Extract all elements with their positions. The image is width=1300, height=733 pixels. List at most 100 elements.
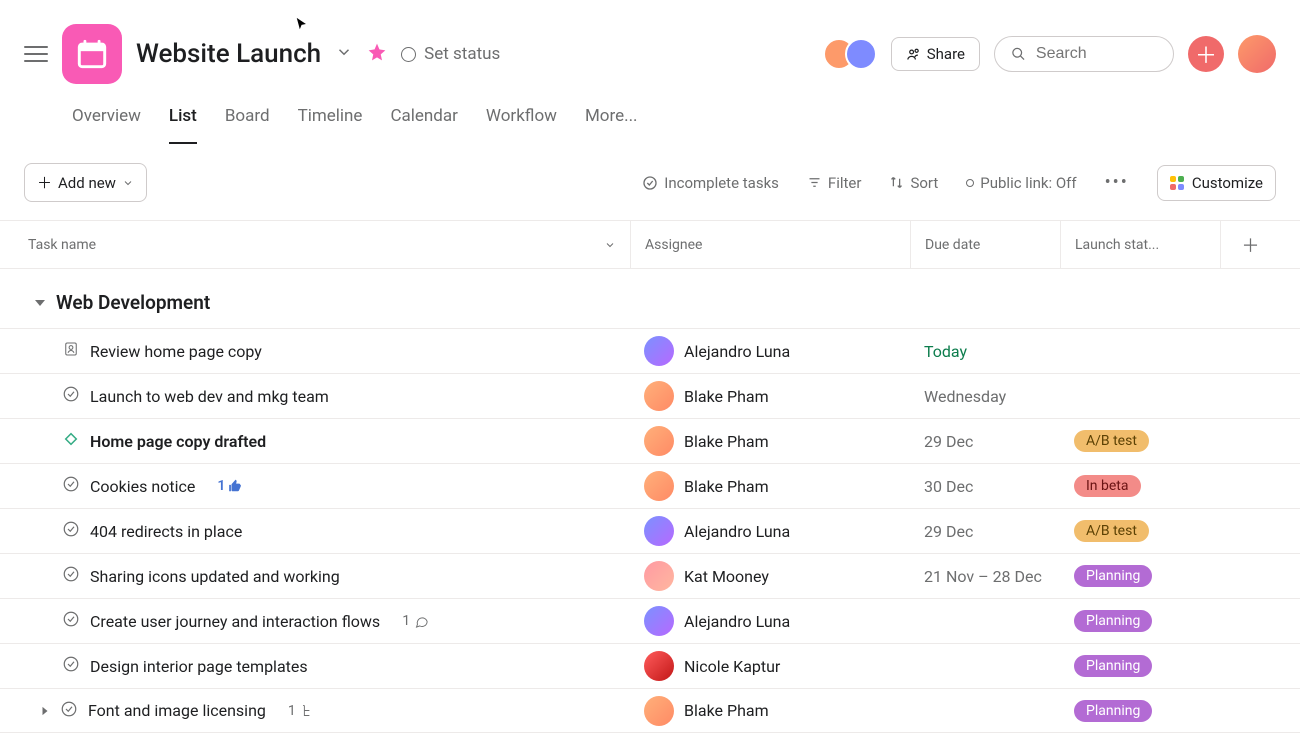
task-check-icon[interactable] bbox=[62, 565, 80, 587]
assignee-cell[interactable]: Blake Pham bbox=[630, 426, 910, 456]
sort-button[interactable]: Sort bbox=[889, 174, 938, 192]
assignee-cell[interactable]: Nicole Kaptur bbox=[630, 651, 910, 681]
status-cell[interactable]: A/B test bbox=[1060, 520, 1220, 542]
assignee-name: Blake Pham bbox=[684, 432, 769, 451]
tab-overview[interactable]: Overview bbox=[72, 106, 141, 144]
collapse-section-icon[interactable] bbox=[34, 291, 46, 314]
task-name-cell[interactable]: 404 redirects in place bbox=[0, 520, 630, 542]
table-row[interactable]: Font and image licensing 1 Blake Pham Plann… bbox=[0, 688, 1300, 733]
task-name-cell[interactable]: Sharing icons updated and working bbox=[0, 565, 630, 587]
hamburger-menu[interactable] bbox=[24, 42, 48, 66]
page-title: Website Launch bbox=[136, 39, 321, 69]
assignee-name: Blake Pham bbox=[684, 477, 769, 496]
customize-button[interactable]: Customize bbox=[1157, 165, 1276, 201]
task-name-cell[interactable]: Launch to web dev and mkg team bbox=[0, 385, 630, 407]
status-cell[interactable]: Planning bbox=[1060, 565, 1220, 587]
assignee-cell[interactable]: Kat Mooney bbox=[630, 561, 910, 591]
status-cell[interactable]: In beta bbox=[1060, 475, 1220, 497]
milestone-icon[interactable] bbox=[62, 430, 80, 452]
assignee-cell[interactable]: Alejandro Luna bbox=[630, 606, 910, 636]
column-task-name[interactable]: Task name bbox=[0, 237, 630, 253]
column-assignee[interactable]: Assignee bbox=[630, 221, 910, 268]
table-row[interactable]: Review home page copy Alejandro Luna Today bbox=[0, 328, 1300, 373]
status-cell[interactable]: A/B test bbox=[1060, 430, 1220, 452]
task-name-cell[interactable]: Design interior page templates bbox=[0, 655, 630, 677]
task-name: Cookies notice bbox=[90, 477, 195, 496]
title-dropdown-icon[interactable] bbox=[335, 43, 353, 65]
assignee-name: Blake Pham bbox=[684, 701, 769, 720]
tab-timeline[interactable]: Timeline bbox=[298, 106, 363, 144]
member-avatars[interactable] bbox=[823, 38, 877, 70]
assignee-cell[interactable]: Alejandro Luna bbox=[630, 516, 910, 546]
completion-filter[interactable]: Incomplete tasks bbox=[642, 174, 779, 192]
global-add-button[interactable]: ＋ bbox=[1188, 36, 1224, 72]
subtask-count[interactable]: 1 bbox=[288, 703, 315, 719]
status-badge: In beta bbox=[1074, 475, 1141, 497]
table-row[interactable]: Launch to web dev and mkg teamBlake Pham… bbox=[0, 373, 1300, 418]
due-date-cell[interactable]: 21 Nov – 28 Dec bbox=[910, 567, 1060, 586]
share-button[interactable]: Share bbox=[891, 37, 980, 71]
table-row[interactable]: Cookies notice 1 Blake Pham 30 Dec In beta bbox=[0, 463, 1300, 508]
comment-count[interactable]: 1 bbox=[402, 613, 429, 629]
task-check-icon[interactable] bbox=[62, 475, 80, 497]
due-date: 30 Dec bbox=[924, 477, 973, 496]
public-link-toggle[interactable]: Public link: Off bbox=[966, 174, 1076, 192]
task-name-cell[interactable]: Create user journey and interaction flow… bbox=[0, 610, 630, 632]
status-cell[interactable]: Planning bbox=[1060, 610, 1220, 632]
assignee-cell[interactable]: Blake Pham bbox=[630, 381, 910, 411]
assignee-cell[interactable]: Blake Pham bbox=[630, 471, 910, 501]
search-box[interactable] bbox=[994, 36, 1174, 72]
like-count[interactable]: 1 bbox=[217, 478, 242, 494]
column-launch-status[interactable]: Launch stat... bbox=[1060, 221, 1220, 268]
status-cell[interactable]: Planning bbox=[1060, 700, 1220, 722]
expand-arrow-icon[interactable] bbox=[40, 701, 50, 720]
filter-button[interactable]: Filter bbox=[807, 174, 862, 192]
tab-board[interactable]: Board bbox=[225, 106, 270, 144]
due-date: Today bbox=[924, 342, 967, 361]
task-check-icon[interactable] bbox=[62, 520, 80, 542]
task-check-icon[interactable] bbox=[62, 385, 80, 407]
tab-list[interactable]: List bbox=[169, 106, 197, 144]
tab-workflow[interactable]: Workflow bbox=[486, 106, 557, 144]
table-row[interactable]: Create user journey and interaction flow… bbox=[0, 598, 1300, 643]
task-name-cell[interactable]: Review home page copy bbox=[0, 340, 630, 362]
task-name: Home page copy drafted bbox=[90, 432, 266, 451]
add-column-button[interactable]: ＋ bbox=[1220, 221, 1280, 268]
approval-icon[interactable] bbox=[62, 340, 80, 362]
due-date-cell[interactable]: 29 Dec bbox=[910, 432, 1060, 451]
assignee-cell[interactable]: Alejandro Luna bbox=[630, 336, 910, 366]
table-row[interactable]: Sharing icons updated and workingKat Moo… bbox=[0, 553, 1300, 598]
task-check-icon[interactable] bbox=[60, 700, 78, 722]
table-row[interactable]: Home page copy drafted Blake Pham 29 DecA/… bbox=[0, 418, 1300, 463]
more-options-button[interactable]: ••• bbox=[1105, 172, 1129, 193]
share-label: Share bbox=[927, 45, 965, 63]
due-date-cell[interactable]: 29 Dec bbox=[910, 522, 1060, 541]
due-date-cell[interactable]: 30 Dec bbox=[910, 477, 1060, 496]
assignee-avatar bbox=[644, 516, 674, 546]
favorite-star-icon[interactable] bbox=[367, 42, 387, 66]
status-cell[interactable]: Planning bbox=[1060, 655, 1220, 677]
assignee-cell[interactable]: Blake Pham bbox=[630, 696, 910, 726]
table-row[interactable]: Design interior page templatesNicole Kap… bbox=[0, 643, 1300, 688]
task-check-icon[interactable] bbox=[62, 610, 80, 632]
task-name-cell[interactable]: Cookies notice 1 bbox=[0, 475, 630, 497]
sort-icon bbox=[889, 175, 904, 190]
profile-avatar[interactable] bbox=[1238, 35, 1276, 73]
task-name: Font and image licensing bbox=[88, 701, 266, 720]
due-date-cell[interactable]: Wednesday bbox=[910, 387, 1060, 406]
search-input[interactable] bbox=[1036, 45, 1157, 63]
task-check-icon[interactable] bbox=[62, 655, 80, 677]
status-badge: A/B test bbox=[1074, 520, 1149, 542]
task-name-cell[interactable]: Font and image licensing 1 bbox=[0, 700, 630, 722]
set-status-button[interactable]: Set status bbox=[401, 44, 500, 64]
due-date-cell[interactable]: Today bbox=[910, 342, 1060, 361]
tab-more[interactable]: More... bbox=[585, 106, 638, 144]
task-name-cell[interactable]: Home page copy drafted bbox=[0, 430, 630, 452]
tab-calendar[interactable]: Calendar bbox=[390, 106, 457, 144]
assignee-name: Alejandro Luna bbox=[684, 342, 790, 361]
table-row[interactable]: 404 redirects in placeAlejandro Luna29 D… bbox=[0, 508, 1300, 553]
add-new-button[interactable]: ＋ Add new bbox=[24, 163, 147, 202]
column-due-date[interactable]: Due date bbox=[910, 221, 1060, 268]
section-header[interactable]: Web Development bbox=[0, 269, 1300, 328]
status-badge: Planning bbox=[1074, 655, 1152, 677]
